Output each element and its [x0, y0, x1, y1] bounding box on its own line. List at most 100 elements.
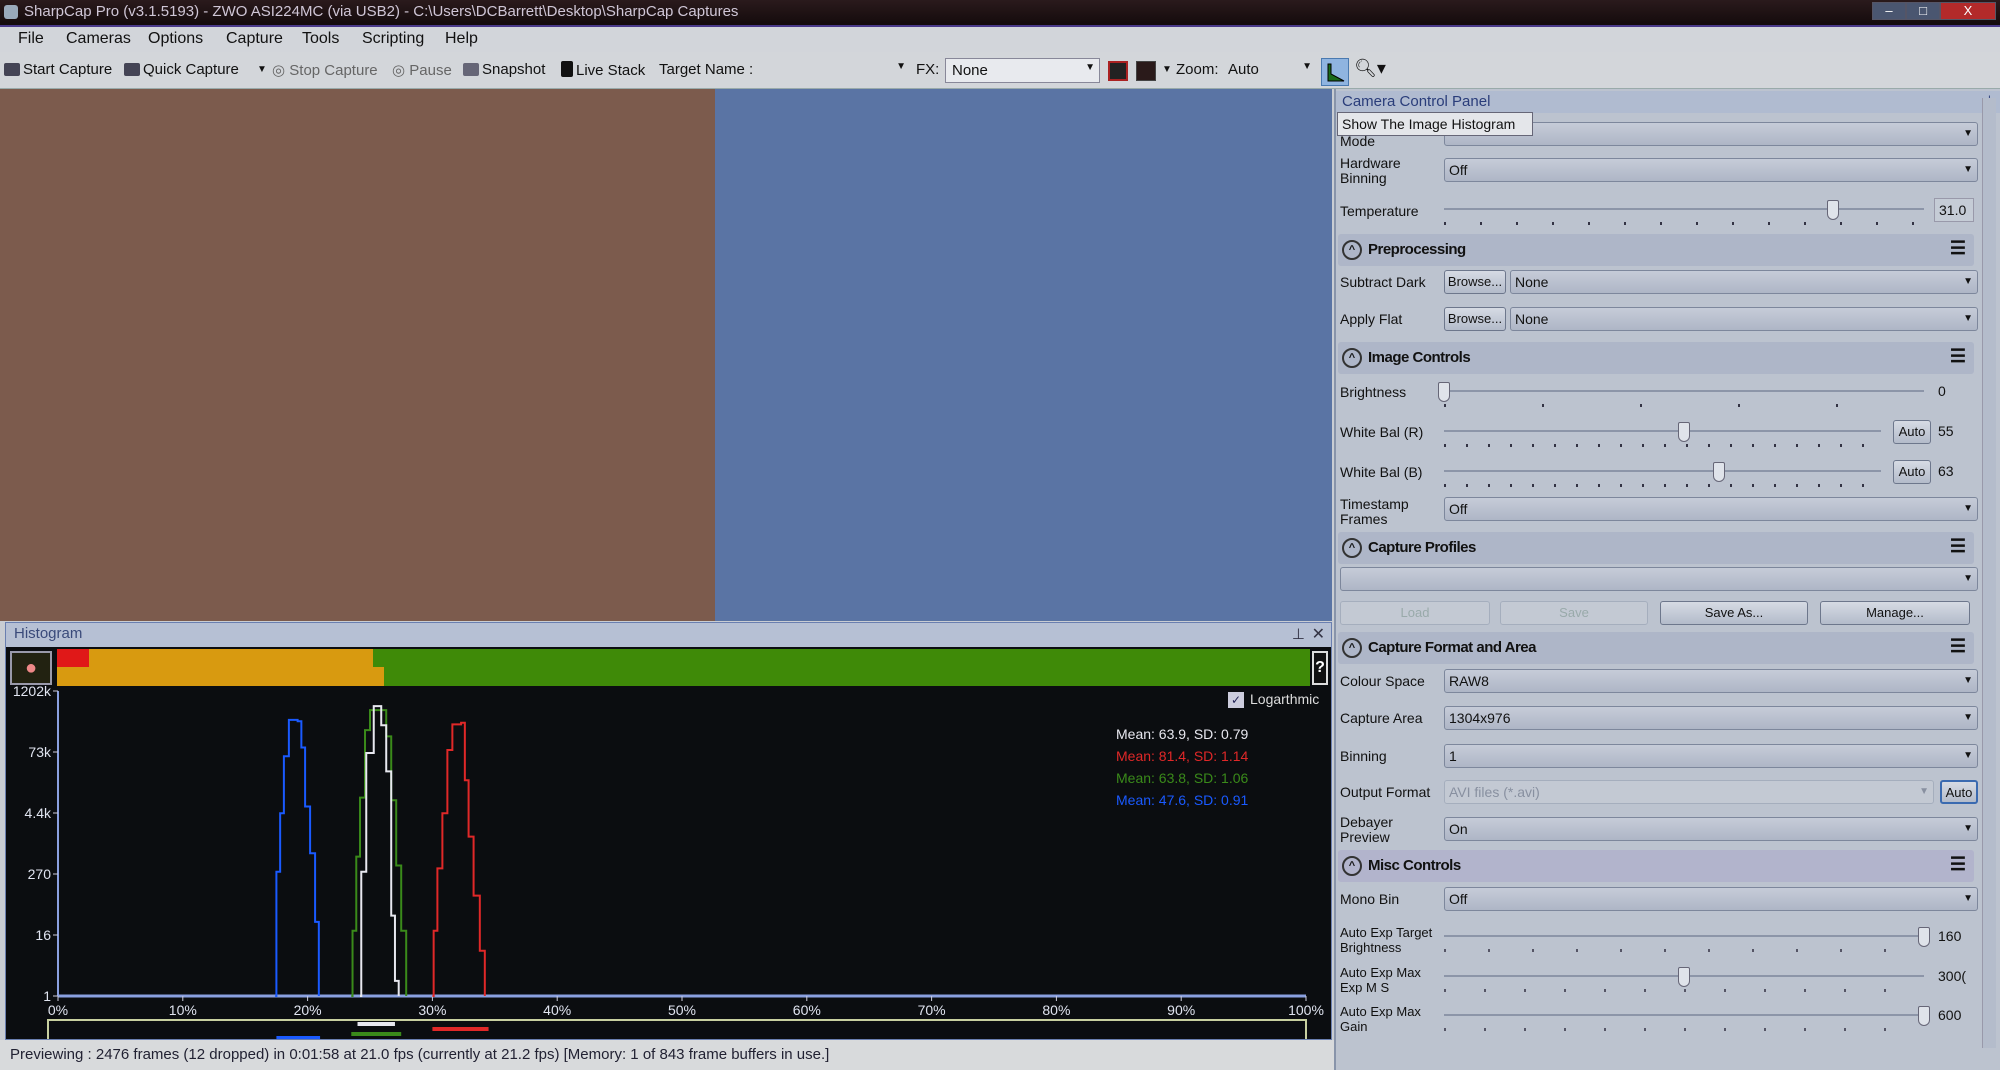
section-capture-profiles[interactable]: ^ Capture Profiles ☰	[1338, 532, 1974, 564]
panel-scrollbar[interactable]	[1982, 98, 1996, 1048]
timestamp-row: Timestamp Frames Off ▼	[1338, 497, 1978, 527]
ae-max-gain-slider[interactable]	[1444, 1004, 1930, 1034]
chevron-up-icon[interactable]: ^	[1342, 348, 1362, 368]
manage-button[interactable]: Manage...	[1820, 601, 1970, 625]
window-title: SharpCap Pro (v3.1.5193) - ZWO ASI224MC …	[24, 3, 739, 20]
logarithmic-label: Logarthmic	[1250, 691, 1320, 707]
live-stack-button[interactable]: Live Stack	[561, 61, 645, 79]
target-name-input[interactable]: ▼	[756, 58, 910, 83]
white-bal-b-slider[interactable]	[1444, 460, 1881, 490]
slider-thumb[interactable]	[1918, 1006, 1930, 1026]
pause-button[interactable]: ◎ Pause	[392, 61, 452, 79]
white-bal-b-auto-button[interactable]: Auto	[1893, 460, 1931, 484]
temperature-slider[interactable]	[1444, 198, 1924, 228]
slider-thumb[interactable]	[1918, 927, 1930, 947]
overlay-dropdown-icon[interactable]: ▼	[1162, 64, 1172, 75]
section-image-controls[interactable]: ^ Image Controls ☰	[1338, 342, 1974, 374]
zoom-label: Zoom:	[1176, 61, 1219, 78]
menu-icon[interactable]: ☰	[1950, 238, 1966, 259]
white-bal-r-auto-button[interactable]: Auto	[1893, 420, 1931, 444]
slider-thumb[interactable]	[1678, 422, 1691, 442]
slider-thumb[interactable]	[1678, 967, 1690, 987]
chevron-up-icon[interactable]: ^	[1342, 538, 1362, 558]
timestamp-select[interactable]: Off ▼	[1444, 497, 1978, 521]
stats-blue: Mean: 47.6, SD: 0.91	[1116, 792, 1249, 808]
menu-scripting[interactable]: Scripting	[362, 30, 424, 48]
menu-options[interactable]: Options	[148, 30, 203, 48]
apply-flat-browse-button[interactable]: Browse...	[1444, 307, 1506, 331]
menu-icon[interactable]: ☰	[1950, 636, 1966, 657]
live-stack-label: Live Stack	[576, 62, 646, 79]
output-format-select[interactable]: AVI files (*.avi) ▼	[1444, 780, 1934, 804]
histogram-series-3	[432, 721, 486, 997]
debayer-select[interactable]: On ▼	[1444, 817, 1978, 841]
target-name-label: Target Name :	[659, 61, 754, 78]
zoom-select[interactable]: Auto ▼	[1222, 58, 1316, 83]
frame-icon[interactable]	[1108, 61, 1128, 81]
slider-thumb[interactable]	[1438, 382, 1450, 402]
section-capture-format[interactable]: ^ Capture Format and Area ☰	[1338, 632, 1974, 664]
save-as-button[interactable]: Save As...	[1660, 601, 1808, 625]
apply-flat-value: None	[1515, 311, 1549, 327]
fx-label: FX:	[916, 61, 940, 78]
output-format-auto-button[interactable]: Auto	[1940, 780, 1978, 804]
crosshair-icon[interactable]	[1136, 61, 1156, 81]
capture-area-select[interactable]: 1304x976 ▼	[1444, 706, 1978, 730]
ae-target-slider[interactable]	[1444, 925, 1930, 955]
menu-help[interactable]: Help	[445, 30, 478, 48]
colour-space-select[interactable]: RAW8 ▼	[1444, 669, 1978, 693]
ae-max-exp-slider[interactable]	[1444, 965, 1924, 995]
colour-space-value: RAW8	[1449, 673, 1489, 689]
exposure-indicator-red	[57, 649, 89, 667]
histogram-series-1	[351, 709, 408, 997]
menu-icon[interactable]: ☰	[1950, 536, 1966, 557]
chevron-down-icon: ▼	[1963, 712, 1973, 723]
section-preprocessing[interactable]: ^ Preprocessing ☰	[1338, 234, 1974, 266]
chevron-up-icon[interactable]: ^	[1342, 240, 1362, 260]
menu-icon[interactable]: ☰	[1950, 346, 1966, 367]
subtract-dark-select[interactable]: None ▼	[1510, 270, 1978, 294]
start-capture-button[interactable]: Start Capture	[4, 61, 112, 78]
save-button[interactable]: Save	[1500, 601, 1648, 625]
quick-capture-button[interactable]: Quick Capture	[124, 61, 239, 78]
brain-icon[interactable]: ●	[10, 651, 52, 685]
white-bal-b-row: White Bal (B) Auto 63	[1338, 460, 1978, 492]
hardware-binning-select[interactable]: Off ▼	[1444, 158, 1978, 182]
menu-icon[interactable]: ☰	[1950, 854, 1966, 875]
pin-icon[interactable]: ⊥	[1292, 625, 1305, 643]
quick-capture-dropdown-icon[interactable]: ▼	[257, 64, 267, 75]
white-bal-r-slider[interactable]	[1444, 420, 1881, 450]
x-tick-label: 50%	[668, 1002, 696, 1018]
hardware-binning-row: Hardware Binning Off ▼	[1338, 156, 1978, 186]
apply-flat-row: Apply Flat Browse... None ▼	[1338, 307, 1978, 333]
brightness-slider[interactable]	[1438, 380, 1924, 410]
menu-capture[interactable]: Capture	[226, 30, 283, 48]
chevron-down-icon: ▼	[1963, 313, 1973, 324]
apply-flat-select[interactable]: None ▼	[1510, 307, 1978, 331]
white-bal-b-value: 63	[1938, 463, 1954, 479]
close-icon[interactable]: ✕	[1312, 624, 1325, 644]
chevron-up-icon[interactable]: ^	[1342, 638, 1362, 658]
menu-file[interactable]: File	[18, 30, 44, 48]
ae-max-exp-label: Auto Exp Max Exp M S	[1340, 965, 1421, 995]
mono-bin-row: Mono Bin Off ▼	[1338, 887, 1978, 913]
load-button[interactable]: Load	[1340, 601, 1490, 625]
menu-tools[interactable]: Tools	[302, 30, 339, 48]
menu-cameras[interactable]: Cameras	[66, 30, 131, 48]
slider-thumb[interactable]	[1713, 462, 1726, 482]
fx-select[interactable]: None ▼	[945, 58, 1100, 83]
capture-profile-select[interactable]: ▼	[1340, 567, 1978, 591]
section-title: Capture Profiles	[1368, 539, 1476, 556]
snapshot-button[interactable]: Snapshot	[463, 61, 545, 78]
stop-capture-button[interactable]: ◎ Stop Capture	[272, 61, 378, 79]
pause-label: Pause	[409, 62, 452, 79]
mono-bin-select[interactable]: Off ▼	[1444, 887, 1978, 911]
logarithmic-checkbox[interactable]: ✓ Logarthmic	[1228, 691, 1319, 708]
histogram-help-button[interactable]: ?	[1312, 651, 1328, 685]
chevron-up-icon[interactable]: ^	[1342, 856, 1362, 876]
ae-target-label: Auto Exp Target Brightness	[1340, 925, 1433, 955]
slider-thumb[interactable]	[1826, 200, 1839, 220]
section-misc-controls[interactable]: ^ Misc Controls ☰	[1338, 850, 1974, 882]
subtract-dark-browse-button[interactable]: Browse...	[1444, 270, 1506, 294]
binning-select[interactable]: 1 ▼	[1444, 744, 1978, 768]
